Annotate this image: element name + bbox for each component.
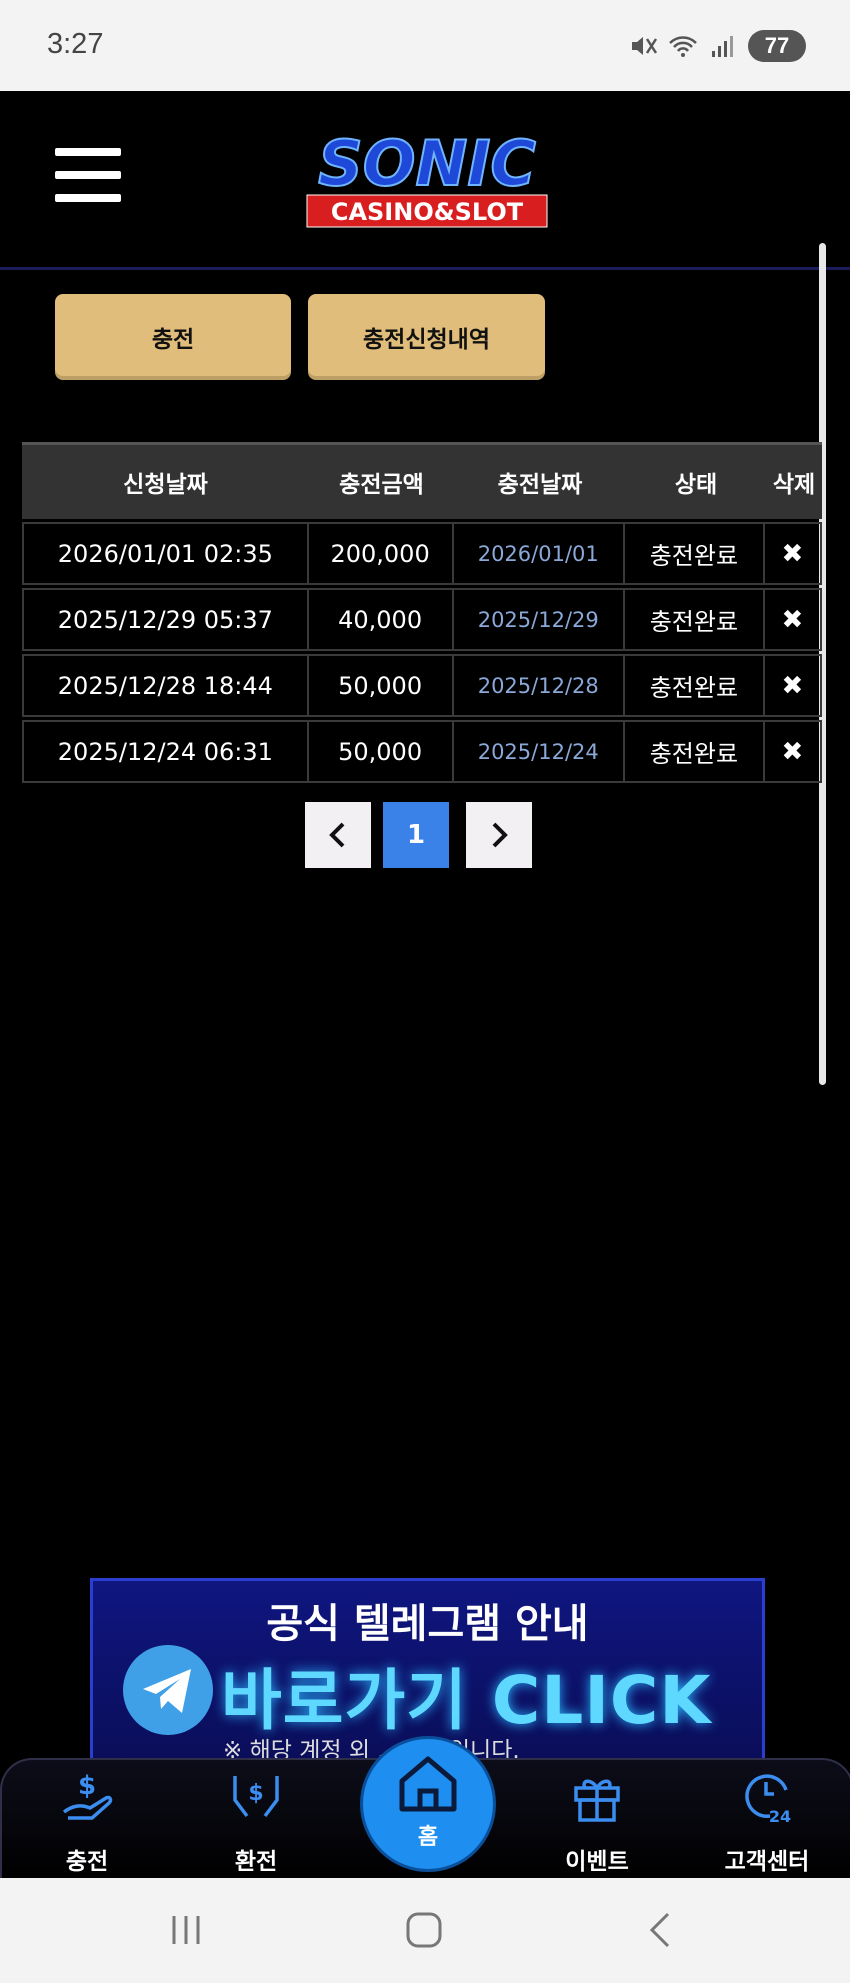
- back-icon[interactable]: [642, 1910, 682, 1950]
- svg-text:$: $: [78, 1771, 96, 1801]
- site-header: SONIC CASINO&SLOT: [0, 91, 850, 270]
- battery-level: 77: [748, 30, 806, 62]
- status-cell: 충전완료: [625, 656, 765, 715]
- nav-home-button[interactable]: 홈: [360, 1736, 496, 1872]
- request-date-cell: 2026/01/01 02:35: [24, 524, 309, 583]
- delete-icon[interactable]: ✖: [765, 722, 820, 781]
- nav-support[interactable]: 24 고객센터: [707, 1760, 827, 1880]
- charge-history-button[interactable]: 충전신청내역: [308, 294, 545, 380]
- nav-event-label: 이벤트: [565, 1849, 629, 1875]
- nav-exchange[interactable]: $ 환전: [196, 1760, 316, 1880]
- amount-cell: 200,000: [309, 524, 454, 583]
- prev-page-button[interactable]: [305, 802, 371, 868]
- amount-cell: 50,000: [309, 656, 454, 715]
- charge-date-cell: 2025/12/24: [454, 722, 625, 781]
- system-nav-bar: [0, 1878, 850, 1983]
- request-date-cell: 2025/12/29 05:37: [24, 590, 309, 649]
- mute-icon: [632, 37, 658, 55]
- exchange-hands-icon: $: [233, 1776, 279, 1818]
- svg-text:24: 24: [769, 1807, 791, 1826]
- status-cell: 충전완료: [625, 590, 765, 649]
- status-bar: 3:27 77: [0, 0, 850, 91]
- nav-charge-label: 충전: [65, 1849, 109, 1875]
- request-date-cell: 2025/12/24 06:31: [24, 722, 309, 781]
- nav-home-label: 홈: [417, 1825, 439, 1850]
- delete-icon[interactable]: ✖: [765, 590, 820, 649]
- support-24-icon: 24: [745, 1774, 791, 1826]
- table-header: 신청날짜 충전금액 충전날짜 상태 삭제: [22, 442, 822, 519]
- table-row: 2025/12/28 18:44 50,000 2025/12/28 충전완료 …: [22, 654, 822, 717]
- next-page-button[interactable]: [466, 802, 532, 868]
- banner-title: 공식 텔레그램 안내: [266, 1601, 589, 1647]
- nav-event[interactable]: 이벤트: [537, 1760, 657, 1880]
- banner-cta: 바로가기 CLICK: [221, 1662, 712, 1739]
- request-date-cell: 2025/12/28 18:44: [24, 656, 309, 715]
- col-status: 상태: [674, 472, 718, 498]
- amount-cell: 50,000: [309, 722, 454, 781]
- telegram-icon: [123, 1645, 213, 1735]
- delete-icon[interactable]: ✖: [765, 656, 820, 715]
- menu-icon[interactable]: [55, 148, 121, 208]
- charge-history-table: 신청날짜 충전금액 충전날짜 상태 삭제 2026/01/01 02:35 20…: [22, 442, 822, 783]
- charge-button[interactable]: 충전: [55, 294, 291, 380]
- sonic-casino-logo[interactable]: SONIC CASINO&SLOT: [285, 123, 570, 233]
- delete-icon[interactable]: ✖: [765, 524, 820, 583]
- nav-support-label: 고객센터: [724, 1849, 810, 1875]
- charge-date-cell: 2025/12/29: [454, 590, 625, 649]
- col-amount: 충전금액: [339, 472, 424, 498]
- col-delete: 삭제: [772, 472, 816, 498]
- home-system-icon[interactable]: [404, 1910, 444, 1950]
- logo-title: SONIC: [318, 127, 536, 200]
- charge-date-cell: 2025/12/28: [454, 656, 625, 715]
- status-cell: 충전완료: [625, 524, 765, 583]
- col-request-date: 신청날짜: [123, 472, 208, 498]
- status-time: 3:27: [47, 28, 104, 60]
- page-1-button[interactable]: 1: [383, 802, 449, 868]
- nav-charge[interactable]: $ 충전: [27, 1760, 147, 1880]
- deposit-hand-icon: $: [62, 1771, 113, 1820]
- status-cell: 충전완료: [625, 722, 765, 781]
- chevron-left-icon: [329, 822, 345, 848]
- status-icons: 77: [628, 30, 806, 62]
- recent-apps-icon[interactable]: [166, 1910, 206, 1950]
- table-row: 2026/01/01 02:35 200,000 2026/01/01 충전완료…: [22, 522, 822, 585]
- wifi-icon: [669, 36, 697, 57]
- table-row: 2025/12/24 06:31 50,000 2025/12/24 충전완료 …: [22, 720, 822, 783]
- home-icon: [399, 1756, 457, 1812]
- svg-text:$: $: [248, 1781, 263, 1806]
- charge-date-cell: 2026/01/01: [454, 524, 625, 583]
- col-charge-date: 충전날짜: [497, 472, 583, 498]
- chevron-right-icon: [492, 822, 508, 848]
- signal-icon: [712, 36, 733, 57]
- table-row: 2025/12/29 05:37 40,000 2025/12/29 충전완료 …: [22, 588, 822, 651]
- amount-cell: 40,000: [309, 590, 454, 649]
- logo-subtitle: CASINO&SLOT: [331, 198, 524, 226]
- gift-icon: [574, 1779, 620, 1822]
- nav-exchange-label: 환전: [234, 1849, 278, 1875]
